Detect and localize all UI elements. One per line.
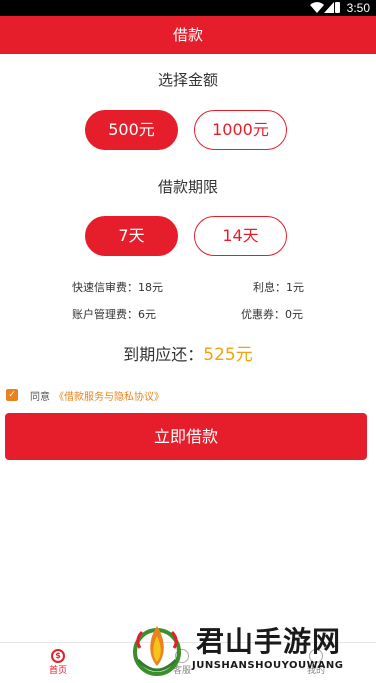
amount-option-1000[interactable]: 1000元 xyxy=(194,110,287,150)
interest: 利息：1元 xyxy=(253,281,304,294)
due-label: 到期应还： xyxy=(123,345,204,364)
agreement-checkbox[interactable]: ✓ xyxy=(6,389,18,401)
amount-section-title: 选择金额 xyxy=(157,71,218,89)
agreement-row: ✓ 同意 《借款服务与隐私协议》 xyxy=(6,388,164,403)
agreement-prefix: 同意 xyxy=(30,391,50,403)
due-summary: 到期应还：525元 xyxy=(0,340,376,365)
review-fee: 快速信审费：18元 xyxy=(72,281,163,294)
wifi-icon xyxy=(310,2,324,13)
tab-home-label: 首页 xyxy=(48,666,67,676)
amount-option-500[interactable]: 500元 xyxy=(85,110,178,150)
tab-home[interactable]: $ 首页 xyxy=(18,643,98,683)
user-icon xyxy=(309,649,323,663)
account-fee: 账户管理费：6元 xyxy=(72,308,156,321)
tab-mine[interactable]: 我的 xyxy=(276,643,356,683)
borrow-now-button[interactable]: 立即借款 xyxy=(5,413,367,460)
tab-service[interactable]: 客服 xyxy=(142,643,222,683)
agreement-link[interactable]: 《借款服务与隐私协议》 xyxy=(54,388,164,403)
due-amount: 525元 xyxy=(203,345,253,365)
app-header: 借款 xyxy=(0,16,376,54)
tab-service-label: 客服 xyxy=(172,666,191,676)
status-time: 3:50 xyxy=(346,1,370,15)
term-option-7[interactable]: 7天 xyxy=(85,216,178,256)
page-title: 借款 xyxy=(172,26,203,44)
tab-mine-label: 我的 xyxy=(306,666,325,676)
service-icon xyxy=(175,649,189,663)
term-option-14[interactable]: 14天 xyxy=(194,216,287,256)
home-dollar-icon: $ xyxy=(51,649,65,663)
term-section-title: 借款期限 xyxy=(157,178,218,196)
coupon: 优惠券：0元 xyxy=(241,308,303,321)
battery-icon xyxy=(335,2,340,13)
tab-bar: $ 首页 客服 我的 xyxy=(0,642,376,683)
signal-icon xyxy=(324,2,334,13)
status-bar: 3:50 xyxy=(0,0,376,16)
